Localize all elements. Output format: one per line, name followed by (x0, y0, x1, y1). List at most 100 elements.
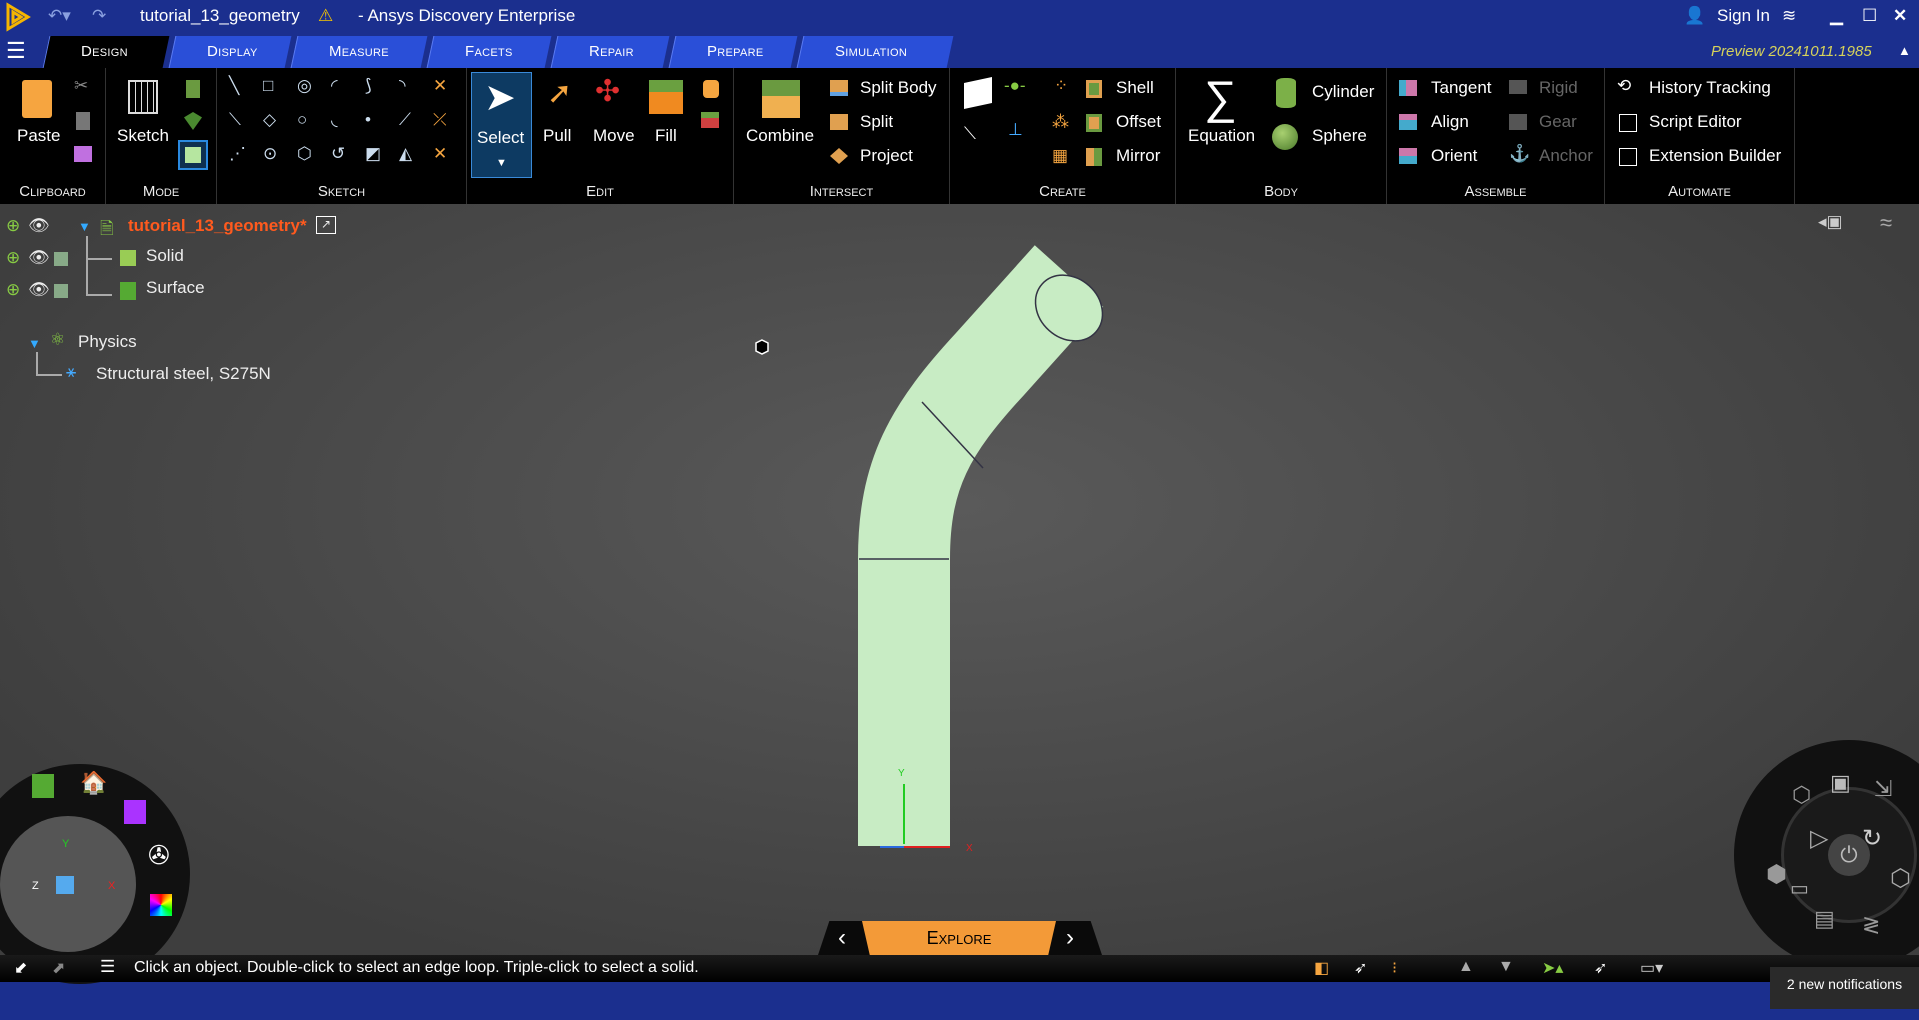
sweep-arc-tool-icon[interactable]: ◝ (399, 76, 406, 96)
expand-triangle-icon[interactable]: ▼ (78, 219, 91, 234)
expand-triangle-icon[interactable]: ▼ (28, 336, 41, 351)
eye-icon[interactable]: 👁 (28, 248, 50, 268)
collapse-ribbon-icon[interactable]: ▲ (1898, 43, 1911, 58)
zigzag-icon[interactable]: ≷ (1862, 912, 1880, 938)
three-point-circle-tool-icon[interactable]: ○ (297, 110, 307, 130)
3d-viewport[interactable]: Y X ⊕ 👁 ▼ 🗎 tutorial_13_geometry* ↗ ⊕ 👁 … (0, 204, 1919, 984)
play-icon[interactable]: ▷ (1810, 824, 1828, 853)
warning-icon[interactable]: ⚠ (318, 6, 333, 26)
offset-button[interactable]: Offset (1116, 112, 1161, 132)
align-button[interactable]: Align (1431, 112, 1469, 132)
construction-line-tool-icon[interactable]: ⋰ (229, 144, 246, 164)
equation-button[interactable]: Equation (1188, 126, 1255, 146)
gear-button[interactable]: Gear (1539, 112, 1577, 132)
tree-item-material[interactable]: Structural steel, S275N (96, 364, 271, 384)
tree-root[interactable]: tutorial_13_geometry* (128, 216, 307, 236)
section-mode-icon[interactable] (186, 80, 200, 98)
selection-list-icon[interactable]: ⁝ (1392, 958, 1397, 978)
user-icon[interactable]: 👤 (1684, 6, 1705, 26)
rectangle-tool-icon[interactable]: □ (263, 76, 273, 96)
down-arrow-icon[interactable]: ▼ (1498, 958, 1514, 976)
forward-icon[interactable]: ⬈ (52, 958, 65, 978)
fill-pattern-icon[interactable]: ▦ (1052, 146, 1068, 166)
slice-icon[interactable]: ▭ (1790, 876, 1809, 901)
tangent-button[interactable]: Tangent (1431, 78, 1492, 98)
target-icon[interactable]: ⊕ (6, 248, 20, 268)
visibility-layer-icon[interactable] (54, 252, 68, 266)
linear-pattern-icon[interactable]: ⁘ (1054, 76, 1068, 96)
axis-icon[interactable]: ⟍ (964, 124, 976, 144)
offset-curve-tool-icon[interactable]: ⟋ (399, 110, 411, 130)
view-toggle-icon[interactable]: ◂▣ (1818, 212, 1843, 232)
split-body-button[interactable]: Split Body (860, 78, 937, 98)
tangent-arc-tool-icon[interactable]: ◟ (331, 110, 338, 130)
line-tool-icon[interactable]: ╲ (229, 76, 239, 96)
target-icon[interactable]: ⊕ (6, 280, 20, 300)
cube-view-icon[interactable] (124, 800, 146, 824)
reset-icon[interactable]: ↻ (1862, 824, 1882, 853)
select-button[interactable]: ➤ Select ▼ (471, 72, 532, 178)
move-button[interactable]: Move (593, 126, 635, 146)
mesh-icon[interactable]: ⬡ (1792, 782, 1811, 808)
pivot-marker-icon[interactable] (755, 339, 769, 355)
replace-icon[interactable] (701, 112, 719, 128)
explore-stage-button[interactable]: Explore (862, 921, 1056, 955)
fillet-tool-icon[interactable]: ◩ (365, 144, 381, 164)
project-button[interactable]: Project (860, 146, 913, 166)
plane-icon[interactable] (964, 77, 992, 109)
chevron-down-icon[interactable]: ▼ (496, 157, 507, 169)
display-style-icon[interactable]: ✇ (148, 840, 170, 871)
chamfer-tool-icon[interactable]: ◭ (399, 144, 412, 164)
shape-icon[interactable]: ▤ (1814, 906, 1835, 932)
mirror-button[interactable]: Mirror (1116, 146, 1160, 166)
tab-display[interactable]: Display (168, 36, 292, 68)
solid-mode-icon[interactable] (184, 112, 202, 130)
eye-icon[interactable]: 👁 (28, 216, 50, 236)
shell-button[interactable]: Shell (1116, 78, 1154, 98)
point-tool-icon[interactable]: • (365, 110, 371, 130)
tree-item-physics[interactable]: Physics (78, 332, 137, 352)
tab-simulation[interactable]: Simulation (796, 36, 954, 68)
redo-icon[interactable]: ↷ (92, 6, 106, 26)
undo-icon[interactable]: ↶▾ (48, 6, 71, 26)
history-tracking-button[interactable]: History Tracking (1649, 78, 1771, 98)
wireframe-icon[interactable]: ⬡ (1890, 864, 1911, 893)
paste-button[interactable]: Paste (17, 126, 60, 146)
polygon-3-tool-icon[interactable]: ⬡ (297, 144, 312, 164)
trim-tool-icon[interactable]: ✕ (433, 76, 447, 96)
pin-icon[interactable]: ⇲ (1874, 776, 1892, 802)
layers-icon[interactable]: ≋ (1782, 6, 1796, 26)
color-icon[interactable] (150, 894, 172, 916)
open-external-icon[interactable]: ↗ (316, 216, 336, 234)
tab-design[interactable]: Design (42, 36, 170, 68)
intersect-tool-icon[interactable]: ✕ (433, 144, 447, 164)
tangent-line-tool-icon[interactable]: ⟍ (229, 110, 241, 130)
extension-builder-button[interactable]: Extension Builder (1649, 146, 1781, 166)
back-icon[interactable]: ⬋ (14, 958, 27, 978)
point-icon[interactable]: -●- (1004, 76, 1026, 96)
menu-icon[interactable]: ☰ (6, 38, 26, 64)
close-button[interactable]: ✕ (1893, 6, 1907, 26)
tree-item-surface[interactable]: Surface (146, 278, 205, 298)
script-editor-button[interactable]: Script Editor (1649, 112, 1742, 132)
pull-button[interactable]: Pull (543, 126, 571, 146)
home-icon[interactable]: 🏠 (80, 770, 107, 796)
lattice-icon[interactable]: ⬢ (1766, 860, 1787, 889)
3d-mode-button[interactable] (178, 140, 208, 170)
tab-prepare[interactable]: Prepare (668, 36, 798, 68)
combine-button[interactable]: Combine (746, 126, 814, 146)
spline-tool-icon[interactable]: ⟆ (365, 76, 372, 96)
minimize-button[interactable]: ▁ (1830, 6, 1843, 26)
arc-tool-icon[interactable]: ◜ (331, 76, 338, 96)
tab-measure[interactable]: Measure (290, 36, 428, 68)
selection-mode-icon[interactable]: ➤▴ (1542, 958, 1563, 978)
split-curve-tool-icon[interactable]: ⤫ (433, 110, 447, 130)
next-stage-button[interactable]: › (1066, 924, 1074, 952)
circle-tool-icon[interactable]: ◎ (297, 76, 312, 96)
target-icon[interactable]: ⊕ (6, 216, 20, 236)
fill-button[interactable]: Fill (655, 126, 677, 146)
format-painter-icon[interactable] (74, 146, 92, 162)
eye-icon[interactable]: 👁 (28, 280, 50, 300)
smart-select-icon[interactable]: ➶ (1594, 958, 1607, 978)
notifications-toast[interactable]: 2 new notifications (1770, 967, 1919, 1009)
